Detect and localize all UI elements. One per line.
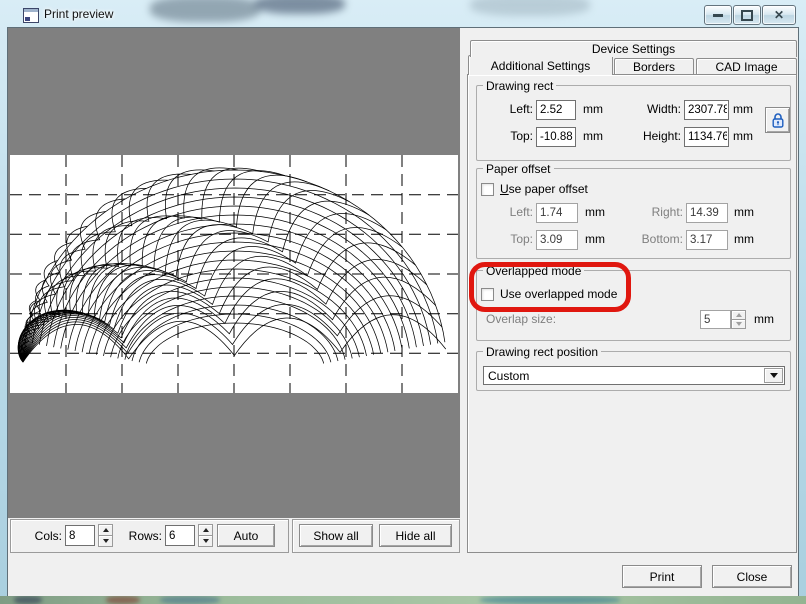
offset-bottom-input[interactable] [686,230,728,250]
cols-label: Cols: [22,529,62,543]
title-bar: Print preview ✕ [0,0,806,28]
offset-right-unit: mm [734,205,754,219]
rows-label: Rows: [120,529,162,543]
overlapped-mode-group [476,270,791,341]
offset-left-unit: mm [585,205,605,219]
use-paper-offset-checkbox[interactable] [481,183,494,196]
offset-bottom-unit: mm [734,232,754,246]
overlap-size-input[interactable] [700,310,731,329]
left-input[interactable] [536,100,576,120]
tab-additional-settings[interactable]: Additional Settings [468,55,613,75]
drawing-curve [23,201,369,362]
combo-arrow-icon [770,373,778,378]
top-unit: mm [583,129,603,143]
close-button[interactable]: Close [712,565,792,588]
use-paper-offset-label[interactable]: Use paper offset [500,182,588,196]
lock-icon [771,112,785,129]
offset-top-unit: mm [585,232,605,246]
drawing-rect-position-title: Drawing rect position [483,345,601,359]
print-preview-window: Print preview ✕ Cols: Rows: Auto Show al… [0,0,806,604]
window-title: Print preview [44,7,113,21]
drawing-curve [146,323,323,364]
cad-drawing [10,155,458,393]
drawing-curve [23,315,446,362]
offset-top-label: Top: [483,232,533,246]
drawing-curve [23,171,285,362]
spin-up-icon [103,528,109,532]
drawing-curve [104,269,367,356]
spin-down-icon [103,539,109,543]
overlapped-mode-title: Overlapped mode [483,264,584,278]
drawing-rect-group [476,85,791,161]
spin-down-icon [203,539,209,543]
left-unit: mm [583,102,603,116]
drawing-curve [23,296,442,362]
paper-offset-title: Paper offset [483,162,554,176]
preview-page[interactable] [10,155,458,393]
offset-bottom-label: Bottom: [622,232,683,246]
drawing-curve [23,227,402,362]
use-overlapped-mode-checkbox[interactable] [481,288,494,301]
offset-left-label: Left: [483,205,533,219]
restore-button[interactable] [733,5,761,25]
width-input[interactable] [684,100,729,120]
lock-aspect-button[interactable] [765,107,790,133]
height-unit: mm [733,129,753,143]
height-label: Height: [620,129,681,143]
minimize-button[interactable] [704,5,732,25]
close-icon: ✕ [774,9,784,21]
minimize-icon [713,14,723,17]
offset-right-input[interactable] [686,203,728,223]
cols-spin-down[interactable] [98,535,113,547]
drawing-rect-title: Drawing rect [483,79,556,93]
show-all-button[interactable]: Show all [299,524,373,547]
overlap-unit: mm [754,312,774,326]
auto-button[interactable]: Auto [217,524,275,547]
glass-reflection [14,596,42,604]
tab-cad-image[interactable]: CAD Image [696,58,797,74]
selected-position-value: Custom [488,369,529,383]
tab-borders[interactable]: Borders [614,58,694,74]
app-icon [23,8,39,23]
restore-icon [741,10,753,21]
spin-up-icon [203,528,209,532]
close-window-button[interactable]: ✕ [762,5,796,25]
overlap-size-label: Overlap size: [486,312,556,326]
glass-reflection [160,596,220,604]
top-input[interactable] [536,127,576,147]
tab-device-settings[interactable]: Device Settings [470,40,797,57]
print-button[interactable]: Print [622,565,702,588]
combo-drop-button[interactable] [764,368,783,383]
glass-reflection [470,0,590,16]
height-input[interactable] [684,127,729,147]
left-label: Left: [483,102,533,116]
spin-down-icon [736,322,742,326]
offset-right-label: Right: [622,205,683,219]
overlap-spin-down[interactable] [731,319,746,329]
width-unit: mm [733,102,753,116]
rows-input[interactable] [165,525,195,546]
rows-spin-down[interactable] [198,535,213,547]
glass-reflection [255,0,345,14]
hide-all-button[interactable]: Hide all [379,524,452,547]
glass-reflection [106,596,140,604]
offset-top-input[interactable] [536,230,578,250]
use-overlapped-mode-label[interactable]: Use overlapped mode [500,287,617,301]
glass-reflection [480,596,620,604]
spin-up-icon [736,313,742,317]
width-label: Width: [620,102,681,116]
window-bottom-frame [0,596,806,604]
top-label: Top: [483,129,533,143]
glass-reflection [150,0,260,22]
cols-input[interactable] [65,525,95,546]
drawing-rect-position-select[interactable]: Custom [483,366,785,385]
offset-left-input[interactable] [536,203,578,223]
